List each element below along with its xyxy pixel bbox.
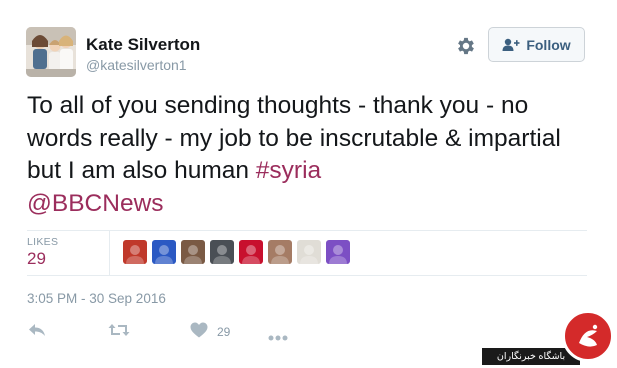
avatar-love-sign[interactable] — [297, 240, 321, 264]
more-dots-icon[interactable] — [268, 328, 288, 346]
avatar-woman[interactable] — [268, 240, 292, 264]
avatar-dark-scene[interactable] — [210, 240, 234, 264]
author-name[interactable]: Kate Silverton — [86, 35, 200, 55]
author-avatar[interactable] — [26, 27, 76, 77]
watermark-logo-icon — [562, 310, 614, 362]
likers-list — [123, 240, 350, 264]
likes-count[interactable]: 29 — [27, 249, 46, 269]
likes-label: LIKES — [27, 236, 59, 248]
like-action-count: 29 — [217, 325, 231, 339]
follow-button-label: Follow — [526, 36, 571, 53]
gear-icon[interactable] — [455, 35, 477, 57]
divider-top — [27, 230, 587, 231]
tweet-timestamp[interactable]: 3:05 PM - 30 Sep 2016 — [27, 291, 166, 306]
divider-bottom — [27, 275, 587, 276]
mention-link[interactable]: @BBCNews — [27, 190, 164, 217]
reply-icon[interactable] — [28, 322, 46, 343]
avatar-blue-group[interactable] — [152, 240, 176, 264]
author-avatar-image — [26, 27, 76, 77]
add-user-icon — [502, 38, 520, 51]
avatar-face[interactable] — [181, 240, 205, 264]
follow-button[interactable]: Follow — [488, 27, 585, 62]
stats-separator — [109, 231, 110, 275]
watermark: باشگاه خبرنگاران — [482, 300, 617, 368]
tweet-text: To all of you sending thoughts - thank y… — [27, 90, 597, 220]
avatar-purple-logo[interactable] — [326, 240, 350, 264]
heart-icon[interactable] — [190, 322, 208, 343]
author-handle[interactable]: @katesilverton1 — [86, 57, 187, 73]
hashtag-link[interactable]: #syria — [256, 157, 321, 184]
avatar-red-group[interactable] — [123, 240, 147, 264]
retweet-icon[interactable] — [108, 322, 130, 343]
avatar-union-jack-tongue[interactable] — [239, 240, 263, 264]
